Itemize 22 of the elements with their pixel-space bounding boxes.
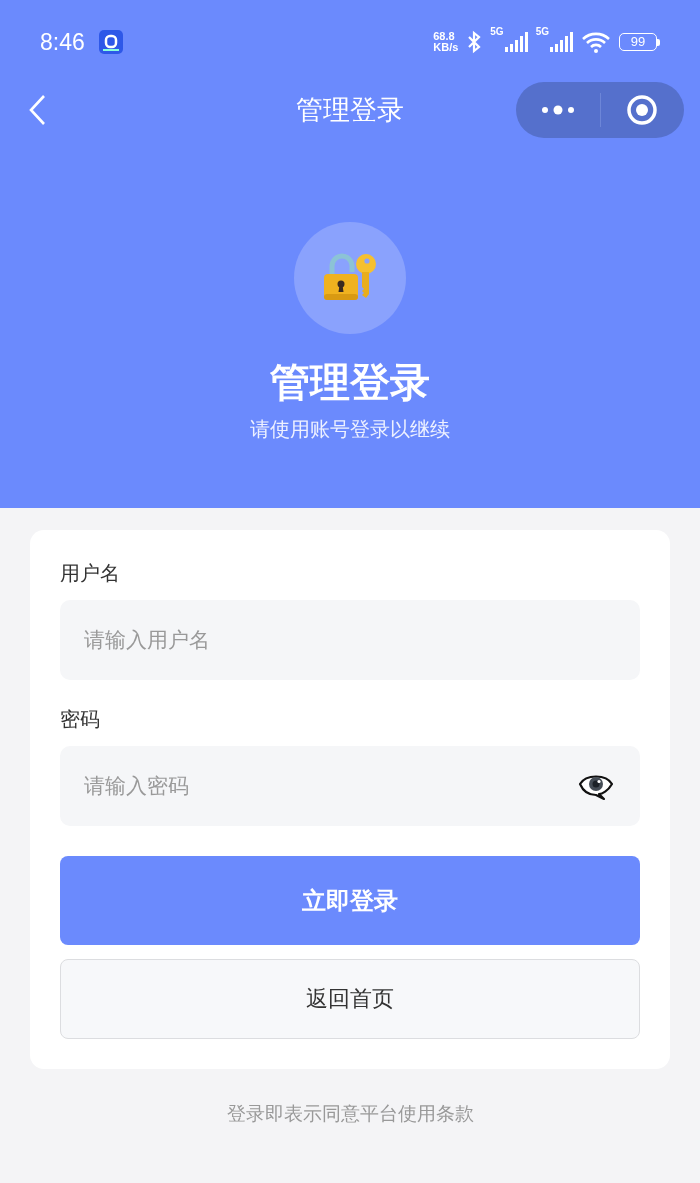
status-time: 8:46 bbox=[40, 28, 85, 56]
signal-icon bbox=[503, 32, 528, 52]
network-type: 5G bbox=[490, 26, 504, 37]
close-target-icon[interactable] bbox=[626, 94, 659, 126]
app-icon bbox=[98, 30, 123, 54]
battery-indicator: 99 bbox=[619, 33, 660, 51]
page-title: 管理登录 bbox=[296, 93, 404, 127]
wifi-icon bbox=[581, 31, 611, 53]
more-icon[interactable] bbox=[539, 104, 576, 116]
bluetooth-icon bbox=[466, 30, 483, 54]
back-icon[interactable] bbox=[28, 94, 48, 126]
field-label: 密码 bbox=[60, 706, 100, 732]
network-speed: 68.8 KB/s bbox=[433, 31, 459, 53]
hero-subtitle: 请使用账号登录以继续 bbox=[250, 416, 450, 443]
hero-title: 管理登录 bbox=[270, 358, 430, 406]
input-field[interactable]: 请输入密码 bbox=[60, 746, 640, 826]
terms-notice: 登录即表示同意平台使用条款 bbox=[226, 1101, 474, 1126]
home-button[interactable]: 返回首页 bbox=[60, 959, 640, 1039]
network-type: 5G bbox=[535, 26, 549, 37]
signal-icon bbox=[549, 32, 573, 52]
input-field[interactable]: 请输入用户名 bbox=[60, 600, 640, 680]
field-label: 用户名 bbox=[60, 560, 120, 586]
